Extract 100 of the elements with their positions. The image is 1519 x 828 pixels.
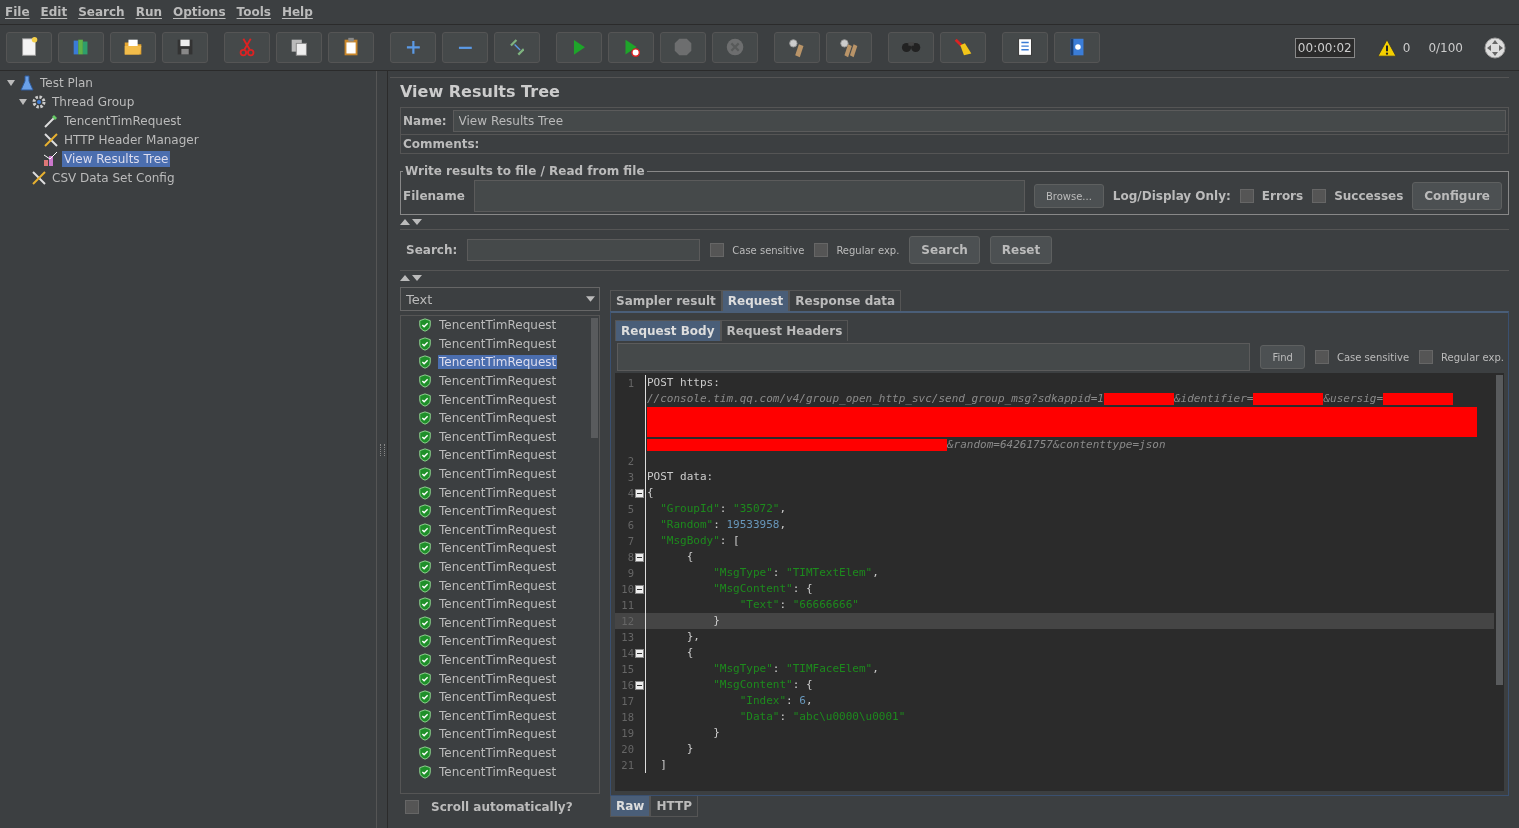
- shield-check-icon: [418, 355, 432, 370]
- menu-item[interactable]: Help: [281, 5, 313, 19]
- toolbar-button[interactable]: [1054, 32, 1100, 63]
- result-item[interactable]: TencentTimRequest: [438, 374, 558, 389]
- result-item[interactable]: TencentTimRequest: [438, 392, 558, 407]
- result-item[interactable]: TencentTimRequest: [438, 318, 558, 333]
- result-item[interactable]: TencentTimRequest: [438, 355, 558, 370]
- renderer-dropdown[interactable]: Text: [400, 287, 600, 311]
- fold-icon[interactable]: [635, 585, 644, 594]
- search-action-button[interactable]: Search: [909, 236, 980, 264]
- scrollbar-thumb[interactable]: [1495, 375, 1503, 685]
- flask-icon: [19, 74, 35, 91]
- checkbox[interactable]: [1312, 189, 1327, 203]
- result-item[interactable]: TencentTimRequest: [438, 597, 558, 612]
- toolbar-button[interactable]: [276, 32, 322, 63]
- toolbar-button[interactable]: [826, 32, 872, 63]
- result-item[interactable]: TencentTimRequest: [438, 671, 558, 686]
- line-number: 21: [621, 758, 635, 773]
- toolbar-button[interactable]: [110, 32, 156, 63]
- menu-item[interactable]: Tools: [236, 5, 271, 19]
- checkbox[interactable]: [1419, 350, 1434, 364]
- filename-field[interactable]: [473, 180, 1025, 212]
- code-text: &random=64261757&contenttype=json: [947, 438, 1166, 451]
- result-item[interactable]: TencentTimRequest: [438, 411, 558, 426]
- code-text: ,: [872, 662, 879, 675]
- expander-icon[interactable]: [18, 96, 28, 107]
- line-number: 14: [621, 646, 635, 661]
- result-item[interactable]: TencentTimRequest: [438, 634, 558, 649]
- code-text: "GroupId": [659, 502, 720, 515]
- toolbar-button[interactable]: [328, 32, 374, 63]
- menu-item[interactable]: Options: [173, 5, 226, 19]
- find-field[interactable]: [617, 343, 1251, 371]
- name-field[interactable]: View Results Tree: [452, 110, 1506, 132]
- code-text: "abc\u0000\u0001": [792, 710, 906, 723]
- collapse-arrows-icon[interactable]: [400, 274, 424, 282]
- search-action-button[interactable]: Reset: [989, 236, 1053, 264]
- tree-item[interactable]: View Results Tree: [62, 150, 171, 167]
- result-item[interactable]: TencentTimRequest: [438, 727, 558, 742]
- result-item[interactable]: TencentTimRequest: [438, 615, 558, 630]
- menu-item[interactable]: Run: [135, 5, 162, 19]
- result-item[interactable]: TencentTimRequest: [438, 522, 558, 537]
- tab[interactable]: Request: [721, 290, 790, 311]
- tab[interactable]: Raw: [610, 796, 651, 817]
- fold-icon[interactable]: [635, 681, 644, 690]
- result-item[interactable]: TencentTimRequest: [438, 653, 558, 667]
- code-text: "MsgContent": [712, 582, 793, 595]
- shield-check-icon: [418, 690, 432, 705]
- result-item[interactable]: TencentTimRequest: [438, 485, 558, 500]
- toolbar-button[interactable]: [162, 32, 208, 63]
- tree-item[interactable]: CSV Data Set Config: [50, 169, 177, 186]
- code-text: "Data": [738, 710, 780, 723]
- tree-item[interactable]: Thread Group: [50, 93, 137, 110]
- result-item[interactable]: TencentTimRequest: [438, 467, 558, 482]
- find-button[interactable]: Find: [1260, 345, 1305, 369]
- result-item[interactable]: TencentTimRequest: [438, 448, 558, 463]
- checkbox-label: Scroll automatically?: [431, 800, 573, 814]
- expander-icon[interactable]: [6, 77, 16, 88]
- tab[interactable]: Request Body: [615, 320, 721, 341]
- collapse-arrows-icon[interactable]: [400, 218, 424, 226]
- code-text: //console.tim.qq.com/v4/group_open_http_svc/send_group_msg?sdkappid=1: [647, 392, 1104, 405]
- toolbar-button[interactable]: [1002, 32, 1048, 63]
- result-item[interactable]: TencentTimRequest: [438, 336, 558, 351]
- browse-button[interactable]: Browse...: [1033, 184, 1104, 208]
- fold-icon[interactable]: [635, 649, 644, 658]
- tab[interactable]: Sampler result: [610, 290, 722, 311]
- result-item[interactable]: TencentTimRequest: [438, 429, 558, 444]
- configure-button[interactable]: Configure: [1412, 182, 1502, 210]
- checkbox[interactable]: [1239, 189, 1254, 203]
- tree-item[interactable]: TencentTimRequest: [62, 112, 184, 129]
- menu-item[interactable]: Search: [78, 5, 125, 19]
- result-item[interactable]: TencentTimRequest: [438, 708, 558, 723]
- toolbar-button[interactable]: [940, 32, 986, 63]
- scrollbar-thumb[interactable]: [590, 318, 598, 438]
- result-item[interactable]: TencentTimRequest: [438, 745, 558, 760]
- fold-icon[interactable]: [635, 553, 644, 562]
- toolbar-button[interactable]: [774, 32, 820, 63]
- result-item[interactable]: TencentTimRequest: [438, 690, 558, 705]
- result-item[interactable]: TencentTimRequest: [438, 541, 558, 556]
- checkbox[interactable]: [710, 243, 725, 257]
- result-item[interactable]: TencentTimRequest: [438, 578, 558, 593]
- result-item[interactable]: TencentTimRequest: [438, 560, 558, 574]
- tab[interactable]: Request Headers: [720, 320, 849, 341]
- menu-item[interactable]: Edit: [40, 5, 68, 19]
- tab[interactable]: HTTP: [650, 796, 698, 817]
- checkbox[interactable]: [405, 800, 419, 814]
- code-text: }: [712, 614, 720, 627]
- checkbox[interactable]: [1314, 350, 1329, 364]
- checkbox[interactable]: [814, 243, 829, 257]
- tree-item[interactable]: Test Plan: [38, 74, 95, 91]
- result-item[interactable]: TencentTimRequest: [438, 764, 558, 779]
- search-field[interactable]: [467, 239, 701, 261]
- tree-item[interactable]: HTTP Header Manager: [62, 131, 201, 148]
- toolbar-button[interactable]: [6, 32, 52, 63]
- checkbox-label: Case sensitive: [1336, 351, 1410, 363]
- code-text: {: [685, 550, 694, 563]
- tab[interactable]: Response data: [789, 290, 902, 311]
- menu-item[interactable]: File: [5, 5, 30, 19]
- result-item[interactable]: TencentTimRequest: [438, 504, 558, 519]
- line-number: 1: [627, 376, 635, 391]
- fold-icon[interactable]: [635, 489, 644, 498]
